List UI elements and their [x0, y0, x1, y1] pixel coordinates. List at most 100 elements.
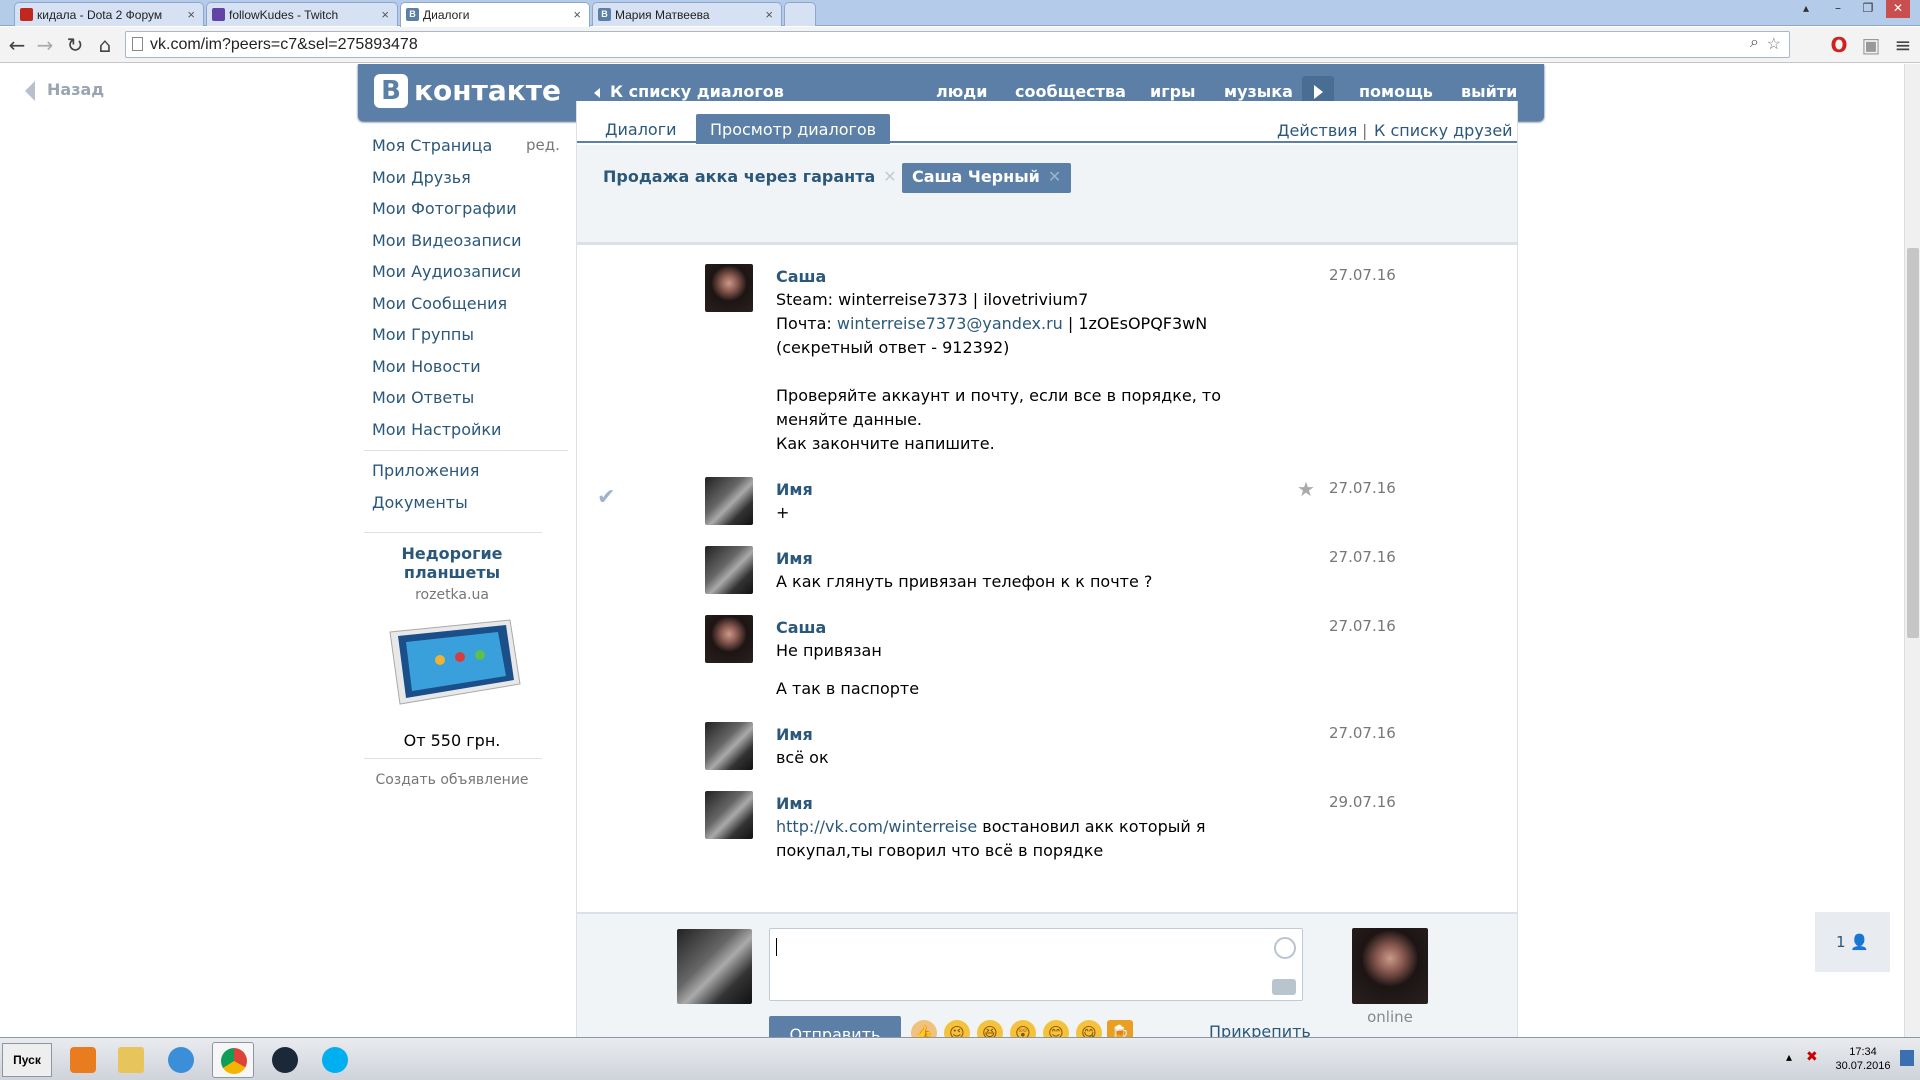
laugh-emoji-icon[interactable]: 😆 — [977, 1020, 1003, 1037]
friends-online-button[interactable]: 1 👤 — [1815, 912, 1890, 972]
minimize-icon[interactable]: – — [1826, 0, 1850, 18]
menu-friends[interactable]: Мои Друзья — [372, 168, 471, 187]
wink-emoji-icon[interactable]: 😉 — [944, 1020, 970, 1037]
menu-settings[interactable]: Мои Настройки — [372, 420, 501, 439]
avatar[interactable] — [705, 791, 753, 839]
message-author[interactable]: Саша — [776, 618, 826, 637]
avatar[interactable] — [705, 546, 753, 594]
show-desktop-icon[interactable] — [1900, 1050, 1914, 1066]
actions-link[interactable]: Действия — [1277, 121, 1357, 140]
peer-avatar[interactable] — [1352, 928, 1428, 1004]
close-icon[interactable]: × — [573, 7, 581, 22]
address-bar[interactable]: vk.com/im?peers=c7&sel=275893478 ⌕ ☆ — [125, 31, 1790, 58]
back-arrow-icon[interactable]: ← — [4, 32, 30, 58]
media-player-icon[interactable] — [62, 1042, 104, 1078]
account-icon[interactable]: ▴ — [1794, 0, 1818, 18]
friends-list-link[interactable]: К списку друзей — [1374, 121, 1513, 140]
menu-videos[interactable]: Мои Видеозаписи — [372, 231, 522, 250]
avatar[interactable] — [705, 722, 753, 770]
tray-arrow-icon[interactable]: ▴ — [1786, 1050, 1792, 1064]
tab-dialogs[interactable]: Диалоги — [591, 114, 691, 144]
avatar[interactable] — [705, 477, 753, 525]
back-link[interactable]: Назад — [25, 80, 104, 101]
email-link[interactable]: winterreise7373@yandex.ru — [837, 314, 1063, 333]
vk-logo[interactable]: Вконтакте — [374, 74, 561, 110]
my-avatar[interactable] — [677, 929, 752, 1004]
menu-messages[interactable]: Мои Сообщения — [372, 294, 507, 313]
nav-logout[interactable]: выйти — [1461, 82, 1517, 101]
home-icon[interactable]: ⌂ — [92, 32, 118, 58]
opera-icon[interactable]: O — [1826, 32, 1852, 58]
close-window-icon[interactable]: ✕ — [1886, 0, 1910, 18]
send-button[interactable]: Отправить — [769, 1016, 901, 1037]
ad-title[interactable]: Недорогие планшеты — [372, 544, 532, 582]
happy-emoji-icon[interactable]: 😋 — [1076, 1020, 1102, 1037]
vk-profile-link[interactable]: http://vk.com/winterreise — [776, 817, 977, 836]
avatar[interactable] — [705, 615, 753, 663]
peer-chat-guarantor[interactable]: Продажа акка через гаранта ✕ — [593, 163, 907, 193]
nav-games[interactable]: игры — [1150, 82, 1196, 101]
extension-icon[interactable]: ▣ — [1858, 32, 1884, 58]
restore-icon[interactable]: ❐ — [1856, 0, 1880, 18]
zoom-icon[interactable]: ⌕ — [1750, 34, 1759, 52]
message-input[interactable] — [769, 928, 1303, 1001]
menu-answers[interactable]: Мои Ответы — [372, 388, 474, 407]
star-icon[interactable]: ★ — [1297, 477, 1315, 501]
smile-icon[interactable] — [1274, 937, 1296, 959]
create-ad-link[interactable]: Создать объявление — [362, 772, 542, 788]
browser-tab-twitch[interactable]: followKudes - Twitch × — [206, 2, 398, 26]
close-icon[interactable]: × — [187, 7, 195, 22]
thumbs-up-icon[interactable]: 👍 — [911, 1020, 937, 1037]
close-icon[interactable]: × — [765, 7, 773, 22]
beer-icon[interactable]: 🍺 — [1107, 1020, 1133, 1037]
close-icon[interactable]: × — [381, 7, 389, 22]
close-icon[interactable]: ✕ — [883, 167, 896, 186]
forward-arrow-icon[interactable]: → — [32, 32, 58, 58]
bookmark-star-icon[interactable]: ☆ — [1767, 34, 1781, 54]
avatar[interactable] — [705, 264, 753, 312]
explorer-folder-icon[interactable] — [110, 1042, 152, 1078]
scrollbar-thumb[interactable] — [1907, 248, 1919, 638]
menu-photos[interactable]: Мои Фотографии — [372, 199, 517, 218]
edit-link[interactable]: ред. — [526, 136, 560, 154]
start-button[interactable]: Пуск — [2, 1043, 52, 1077]
skype-icon[interactable] — [314, 1042, 356, 1078]
message-author[interactable]: Имя — [776, 794, 813, 813]
peer-sasha[interactable]: Саша Черный ✕ — [902, 163, 1072, 193]
message-author[interactable]: Имя — [776, 549, 813, 568]
menu-documents[interactable]: Документы — [372, 493, 468, 512]
steam-icon[interactable] — [264, 1042, 306, 1078]
message-author[interactable]: Саша — [776, 267, 826, 286]
browser-tab-maria[interactable]: B Мария Матвеева × — [592, 2, 782, 26]
nav-music[interactable]: музыка — [1224, 82, 1293, 101]
new-tab-button[interactable] — [784, 2, 816, 26]
nav-people[interactable]: люди — [936, 82, 987, 101]
browser-tab-dialogs[interactable]: B Диалоги × — [400, 2, 590, 27]
browser-tab-dota[interactable]: кидала - Dota 2 Форум × — [14, 2, 204, 26]
menu-my-page[interactable]: Моя Страница — [372, 136, 492, 155]
nav-communities[interactable]: сообщества — [1015, 82, 1126, 101]
chrome-icon[interactable] — [212, 1042, 254, 1078]
reload-icon[interactable]: ↻ — [62, 32, 88, 58]
message-author[interactable]: Имя — [776, 480, 813, 499]
menu-audio[interactable]: Мои Аудиозаписи — [372, 262, 521, 281]
smile-emoji-icon[interactable]: 😊 — [1043, 1020, 1069, 1037]
tablet-ad-image[interactable] — [380, 612, 525, 712]
nav-help[interactable]: помощь — [1359, 82, 1433, 101]
message-author[interactable]: Имя — [776, 725, 813, 744]
back-to-dialogs-link[interactable]: К списку диалогов — [594, 82, 784, 101]
menu-news[interactable]: Мои Новости — [372, 357, 481, 376]
attach-link[interactable]: Прикрепить — [1209, 1022, 1311, 1037]
page-scrollbar[interactable] — [1904, 64, 1920, 1037]
menu-apps[interactable]: Приложения — [372, 461, 479, 480]
surprised-emoji-icon[interactable]: 😲 — [1010, 1020, 1036, 1037]
check-icon[interactable]: ✔ — [597, 485, 615, 510]
network-icon[interactable]: ✖ — [1806, 1049, 1818, 1065]
tab-view-dialogs[interactable]: Просмотр диалогов — [696, 114, 891, 144]
menu-groups[interactable]: Мои Группы — [372, 325, 474, 344]
close-icon[interactable]: ✕ — [1048, 167, 1061, 186]
camera-icon[interactable] — [1272, 979, 1296, 995]
internet-explorer-icon[interactable] — [160, 1042, 202, 1078]
menu-icon[interactable]: ≡ — [1890, 32, 1916, 58]
system-clock[interactable]: 17:34 30.07.2016 — [1830, 1045, 1896, 1073]
